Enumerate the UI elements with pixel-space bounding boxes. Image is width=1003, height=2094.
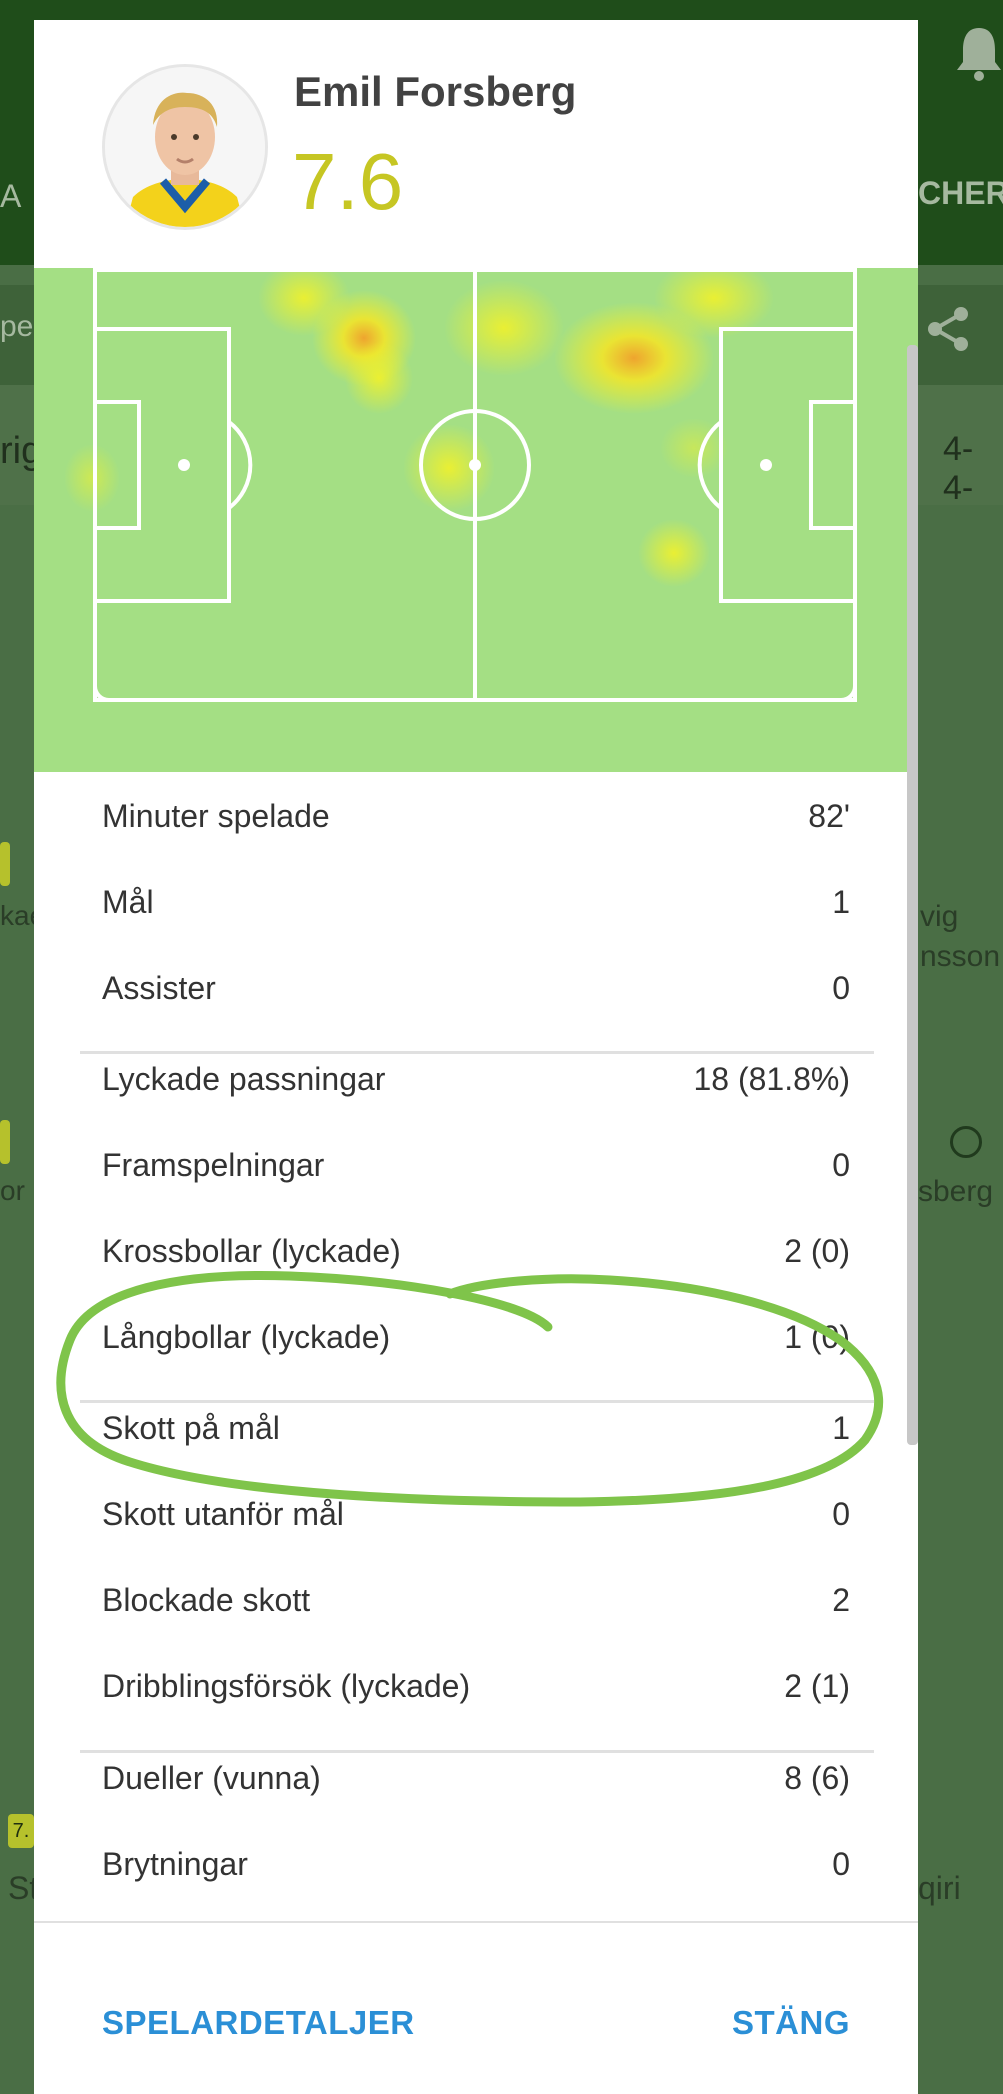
background-tab-fragment-right: CHER: [918, 175, 1003, 211]
stat-label: Dueller (vunna): [102, 1759, 321, 1796]
stat-value: 1: [832, 1409, 850, 1446]
background-player-name: nsson: [920, 940, 1001, 973]
background-rating-badge: 7.: [8, 1814, 34, 1848]
stat-row: Dueller (vunna) 8 (6): [102, 1735, 850, 1821]
stat-label: Mål: [102, 883, 154, 920]
heat-blob: [638, 519, 710, 587]
stat-row: Framspelningar 0: [102, 1122, 850, 1208]
corner-arc: [840, 685, 857, 702]
stat-label: Krossbollar (lyckade): [102, 1232, 401, 1269]
heatmap-pitch: [34, 268, 918, 772]
scrollbar[interactable]: [907, 345, 918, 1445]
stat-value: 0: [832, 1495, 850, 1532]
left-penalty-spot: [178, 459, 190, 471]
stat-label: Dribblingsförsök (lyckade): [102, 1667, 471, 1704]
ball-icon: [950, 1126, 982, 1158]
stat-row: Skott på mål 1: [102, 1385, 850, 1471]
stat-row: Mål 1: [102, 859, 850, 945]
stat-label: Långbollar (lyckade): [102, 1318, 391, 1355]
right-penalty-spot: [760, 459, 772, 471]
stat-value: 2 (1): [784, 1667, 850, 1704]
background-player-name: qiri: [918, 1870, 961, 1906]
stat-value: 2: [832, 1581, 850, 1618]
player-name: Emil Forsberg: [294, 68, 577, 115]
dialog-header: Emil Forsberg 7.6: [34, 20, 918, 270]
stat-row: Lyckade passningar 18 (81.8%): [102, 1036, 850, 1122]
background-tab-fragment: A: [0, 178, 22, 214]
share-icon[interactable]: [925, 306, 971, 352]
stat-value: 0: [832, 1845, 850, 1882]
stat-label: Skott utanför mål: [102, 1495, 344, 1532]
stat-label: Assister: [102, 969, 216, 1006]
close-button[interactable]: STÄNG: [732, 2004, 850, 2042]
stat-value: 1: [832, 883, 850, 920]
bell-icon[interactable]: [955, 22, 1003, 82]
background-player-name: sberg: [918, 1175, 994, 1208]
heat-blob: [444, 280, 564, 376]
stat-label: Brytningar: [102, 1845, 248, 1882]
player-stats-dialog: Emil Forsberg 7.6 Minuter spelade 82' Må…: [34, 20, 918, 2094]
heat-blob: [403, 424, 495, 512]
heat-blob: [64, 444, 120, 512]
left-penalty-arc: [227, 420, 253, 510]
background-player-name: vig: [920, 900, 959, 933]
stat-value: 18 (81.8%): [693, 1060, 850, 1097]
stat-label: Skott på mål: [102, 1409, 280, 1446]
background-player-name: or: [0, 1175, 25, 1206]
background-rating-badge: [0, 842, 10, 886]
player-avatar: [102, 64, 268, 230]
stat-value: 8 (6): [784, 1759, 850, 1796]
stat-value: 1 (0): [784, 1318, 850, 1355]
stat-value: 82': [808, 797, 850, 834]
background-rating-badge: [0, 1120, 10, 1164]
center-spot: [469, 459, 481, 471]
stat-label: Minuter spelade: [102, 797, 330, 834]
player-rating: 7.6: [292, 137, 404, 226]
heat-blob: [345, 342, 413, 414]
stat-row: Blockade skott 2: [102, 1557, 850, 1643]
stat-value: 0: [832, 969, 850, 1006]
right-penalty-area: [719, 327, 857, 603]
stat-row: Långbollar (lyckade) 1 (0): [102, 1294, 850, 1380]
stat-row: Assister 0: [102, 945, 850, 1031]
player-details-button[interactable]: SPELARDETALJER: [102, 2004, 415, 2042]
footer-divider: [34, 1921, 918, 1923]
background-formation: 4-4-: [943, 430, 974, 507]
stat-label: Lyckade passningar: [102, 1060, 386, 1097]
stat-row: Skott utanför mål 0: [102, 1471, 850, 1557]
stat-label: Framspelningar: [102, 1146, 325, 1183]
stat-value: 2 (0): [784, 1232, 850, 1269]
stat-row: Minuter spelade 82': [102, 773, 850, 859]
corner-arc: [93, 685, 110, 702]
stat-row: Krossbollar (lyckade) 2 (0): [102, 1208, 850, 1294]
stat-value: 0: [832, 1146, 850, 1183]
heatmap-graphic: [64, 268, 857, 702]
stat-row: Dribblingsförsök (lyckade) 2 (1): [102, 1643, 850, 1729]
stat-row: Brytningar 0: [102, 1821, 850, 1907]
right-goal-area: [809, 400, 857, 530]
stat-label: Blockade skott: [102, 1581, 311, 1618]
